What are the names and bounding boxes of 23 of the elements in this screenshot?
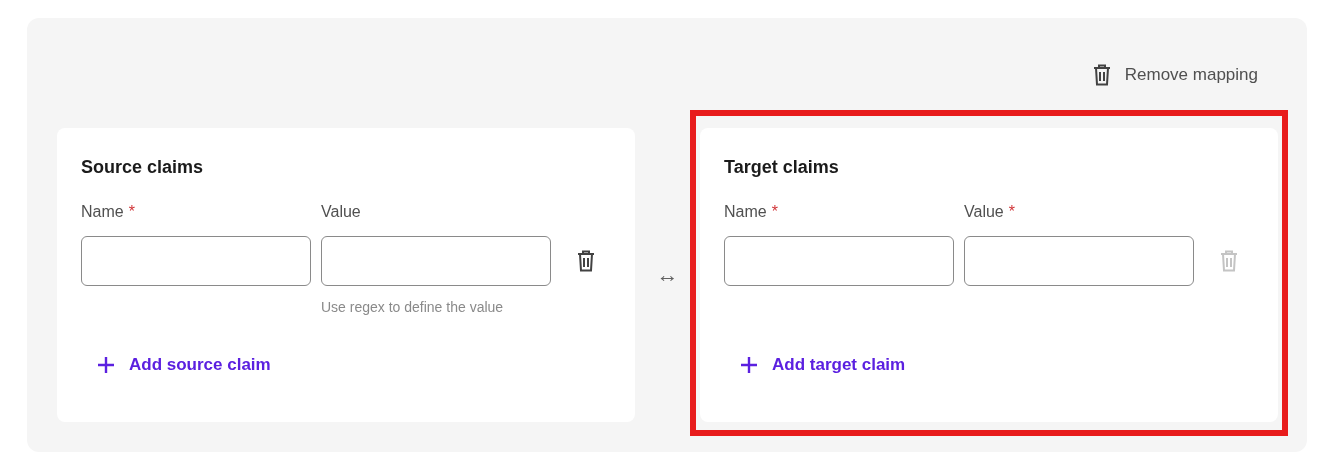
trash-icon	[1220, 250, 1238, 272]
card-title: Source claims	[81, 156, 205, 179]
required-mark: *	[1008, 202, 1015, 222]
field-label: Value	[321, 202, 361, 222]
input-field[interactable]	[321, 236, 551, 286]
required-mark: *	[771, 202, 778, 222]
trash-icon	[1092, 64, 1111, 86]
add-claim-button[interactable]: Add target claim	[740, 352, 906, 378]
mapping-arrow: ↔	[656, 260, 679, 289]
remove-mapping-button[interactable]: Remove mapping	[1092, 58, 1258, 92]
plus-icon	[740, 355, 758, 374]
plus-icon	[97, 355, 115, 374]
field-hint: Use regex to define the value	[321, 298, 504, 317]
add-claim-button[interactable]: Add source claim	[97, 352, 271, 378]
trash-icon	[577, 250, 595, 272]
input-field[interactable]	[81, 236, 311, 286]
card-title: Target claims	[724, 156, 840, 179]
field-label: Name	[81, 202, 124, 222]
field-label: Value	[964, 202, 1004, 222]
input-field[interactable]	[724, 236, 954, 286]
field-label: Name	[724, 202, 767, 222]
required-mark: *	[128, 202, 135, 222]
input-field[interactable]	[964, 236, 1194, 286]
